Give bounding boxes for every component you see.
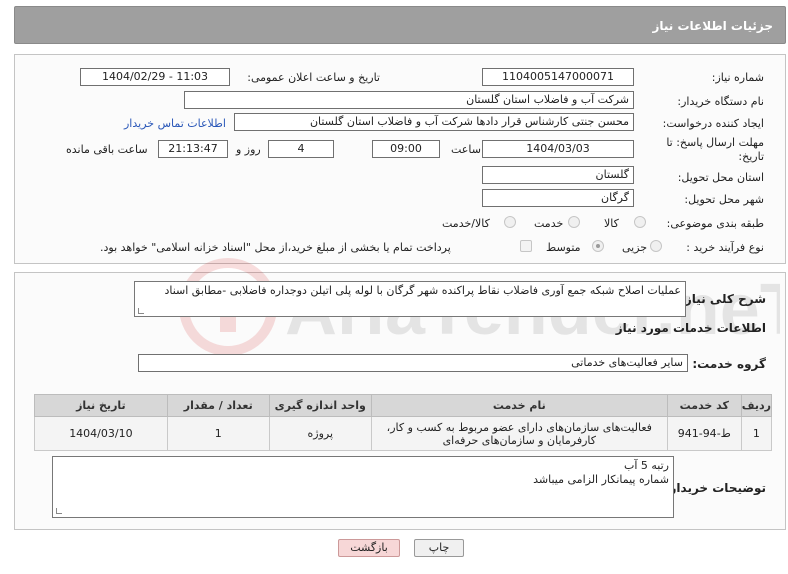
category-label: طبقه بندی موضوعی: (666, 217, 764, 230)
table-row: 1 ط-94-941 فعالیت‌های سازمان‌های دارای ع… (34, 416, 773, 451)
page-header: جزئیات اطلاعات نیاز (14, 6, 786, 44)
buyer-notes-line1: رتبه 5 آب (623, 459, 669, 472)
cell-date: 1404/03/10 (34, 416, 168, 451)
back-button[interactable]: بازگشت (338, 539, 400, 557)
category-option-goods: کالا (604, 217, 619, 230)
days-field: 4 (268, 140, 334, 158)
category-radio-goods[interactable] (634, 216, 646, 228)
col-unit: واحد اندازه گیری (268, 394, 372, 417)
category-option-service: خدمت (534, 217, 564, 230)
category-radio-goods-service[interactable] (504, 216, 516, 228)
service-group-label: گروه خدمت: (692, 357, 766, 371)
cell-name: فعالیت‌های سازمان‌های دارای عضو مربوط به… (370, 416, 668, 451)
remaining-label: ساعت باقی مانده (66, 143, 148, 156)
creator-field: محسن جنتی کارشناس قرار دادها شرکت آب و ف… (234, 113, 634, 131)
process-radio-minor[interactable] (650, 240, 662, 252)
col-row: ردیف (740, 394, 773, 417)
deadline-date-field: 1404/03/03 (482, 140, 634, 158)
print-button[interactable]: چاپ (414, 539, 464, 557)
page-title: جزئیات اطلاعات نیاز (652, 19, 773, 33)
city-label: شهر محل تحویل: (684, 193, 764, 206)
cell-qty: 1 (166, 416, 270, 451)
province-field: گلستان (482, 166, 634, 184)
cell-code: ط-94-941 (666, 416, 742, 451)
summary-label: شرح کلی نیاز: (680, 292, 766, 306)
city-field: گرگان (482, 189, 634, 207)
buyer-field: شرکت آب و فاضلاب استان گلستان (184, 91, 634, 109)
cell-row: 1 (740, 416, 773, 451)
category-option-goods-service: کالا/خدمت (442, 217, 490, 230)
deadline-label: مهلت ارسال پاسخ: تا تاریخ: (666, 136, 764, 163)
process-radio-medium[interactable] (592, 240, 604, 252)
buyer-notes-label: توضیحات خریدار: (664, 481, 766, 495)
summary-textarea[interactable]: عملیات اصلاح شبکه جمع آوری فاضلاب نقاط پ… (134, 281, 686, 317)
buyer-notes-textarea[interactable]: رتبه 5 آب شماره پیمانکار الزامی میباشد (52, 456, 674, 518)
buyer-notes-line2: شماره پیمانکار الزامی میباشد (533, 473, 669, 486)
cell-unit: پروژه (268, 416, 372, 451)
time-label: ساعت (451, 143, 481, 156)
need-number-label: شماره نیاز: (711, 71, 764, 84)
deadline-time-field: 09:00 (372, 140, 440, 158)
days-label: روز و (236, 143, 261, 156)
col-qty: تعداد / مقدار (166, 394, 270, 417)
announce-label: تاریخ و ساعت اعلان عمومی: (247, 71, 380, 84)
category-radio-service[interactable] (568, 216, 580, 228)
buyer-label: نام دستگاه خریدار: (677, 95, 764, 108)
treasury-checkbox[interactable] (520, 240, 532, 252)
service-group-field: سایر فعالیت‌های خدماتی (138, 354, 688, 372)
services-table: ردیف کد خدمت نام خدمت واحد اندازه گیری ت… (34, 394, 773, 451)
cell-name-line1: فعالیت‌های سازمان‌های دارای عضو مربوط به… (386, 420, 652, 434)
cell-name-line2: کارفرمایان و سازمان‌های حرفه‌ای (442, 433, 596, 447)
announce-field: 1404/02/29 - 11:03 (80, 68, 230, 86)
col-date: تاریخ نیاز (34, 394, 168, 417)
notes-resize-grip-icon[interactable] (56, 508, 62, 514)
col-name: نام خدمت (370, 394, 668, 417)
resize-grip-icon[interactable] (138, 308, 144, 314)
remaining-time-field: 21:13:47 (158, 140, 228, 158)
province-label: استان محل تحویل: (677, 171, 764, 184)
col-code: کد خدمت (666, 394, 742, 417)
creator-label: ایجاد کننده درخواست: (662, 117, 764, 130)
contact-buyer-link[interactable]: اطلاعات تماس خریدار (124, 117, 226, 130)
need-number-field: 1104005147000071 (482, 68, 634, 86)
services-title: اطلاعات خدمات مورد نیاز (615, 321, 766, 335)
